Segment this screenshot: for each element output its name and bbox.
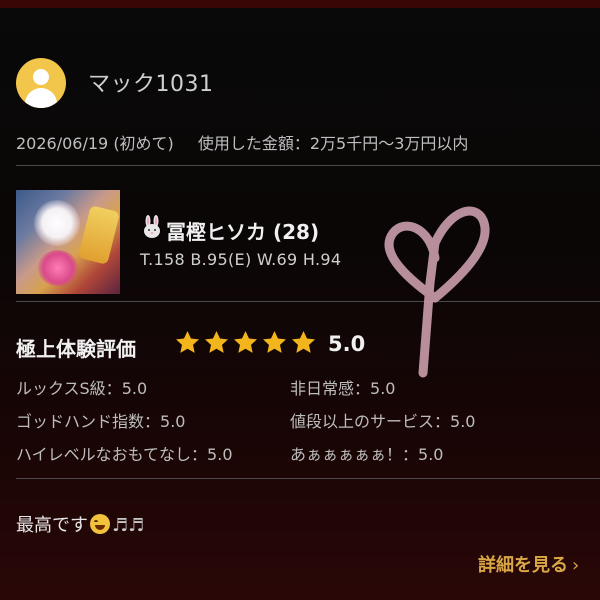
criterion-godhand: ゴッドハンド指数：5.0 xyxy=(16,408,185,432)
rating-stars xyxy=(174,329,317,356)
criterion-hospitality: ハイレベルなおもてなし：5.0 xyxy=(16,441,233,465)
criterion-value: 5.0 xyxy=(121,379,148,398)
rabbit-icon xyxy=(144,215,160,238)
star-icon xyxy=(263,331,286,353)
view-details-label: 詳細を見る xyxy=(478,555,568,576)
star-icon xyxy=(176,331,199,353)
top-bar xyxy=(0,0,600,8)
criterion-value: 5.0 xyxy=(207,445,233,464)
criterion-label: 値段以上のサービス： xyxy=(290,412,451,431)
girl-measurements: T.158 B.95(E) W.69 H.94 xyxy=(140,250,342,269)
star-icon xyxy=(292,331,315,353)
criterion-value: 5.0 xyxy=(418,445,444,464)
criterion-looks: ルックスS級：5.0 xyxy=(16,375,147,399)
review-meta: 2026/06/19 (初めて) 使用した金額：2万5千円〜3万円以内 xyxy=(16,130,468,154)
criterion-label: ハイレベルなおもてなし： xyxy=(16,445,208,464)
rating-score: 5.0 xyxy=(328,332,366,356)
thumb-highlight xyxy=(34,200,80,246)
divider-mid xyxy=(16,301,600,302)
grinning-face-icon xyxy=(90,514,110,534)
criterion-extraordinary: 非日常感：5.0 xyxy=(290,375,395,399)
girl-thumbnail[interactable] xyxy=(16,190,120,294)
criterion-value: 5.0 xyxy=(160,412,186,431)
divider-bottom xyxy=(16,478,600,479)
criterion-label: ルックスS級： xyxy=(16,379,122,398)
chevron-right-icon: › xyxy=(572,555,580,576)
avatar-body xyxy=(25,88,57,108)
music-notes-icon: ♬♬ xyxy=(112,515,145,536)
view-details-link[interactable]: 詳細を見る › xyxy=(478,551,579,577)
thumb-object xyxy=(77,205,120,265)
amount-label: 使用した金額： xyxy=(197,134,310,153)
criterion-label: ゴッドハンド指数： xyxy=(16,412,161,431)
review-comment: 最高です ♬♬ xyxy=(16,511,144,537)
user-avatar xyxy=(16,58,66,108)
hand-drawn-heart-icon xyxy=(384,206,490,378)
girl-age: (28) xyxy=(272,220,320,244)
amount-value: 2万5千円〜3万円以内 xyxy=(309,134,469,153)
comment-text: 最高です xyxy=(16,515,88,536)
girl-name-line[interactable]: 冨樫ヒソカ (28) xyxy=(166,216,319,245)
review-card: マック1031 2026/06/19 (初めて) 使用した金額：2万5千円〜3万円… xyxy=(0,8,600,600)
criterion-aaa: あぁぁぁぁぁ！：5.0 xyxy=(290,441,443,465)
avatar-head xyxy=(33,69,49,85)
visit-type: (初めて) xyxy=(113,134,174,153)
star-icon xyxy=(234,331,257,353)
divider-top xyxy=(16,165,600,166)
criterion-value: 5.0 xyxy=(450,412,476,431)
review-date: 2026/06/19 xyxy=(16,134,109,153)
thumb-accent xyxy=(38,250,78,286)
criterion-label: 非日常感： xyxy=(290,379,371,398)
criterion-label: あぁぁぁぁぁ！： xyxy=(290,445,419,464)
criterion-value: 5.0 xyxy=(370,379,396,398)
criterion-value-service: 値段以上のサービス：5.0 xyxy=(290,408,475,432)
username: マック1031 xyxy=(88,72,214,97)
star-icon xyxy=(205,331,228,353)
rating-title: 極上体験評価 xyxy=(16,337,136,361)
girl-name: 冨樫ヒソカ xyxy=(166,220,266,244)
